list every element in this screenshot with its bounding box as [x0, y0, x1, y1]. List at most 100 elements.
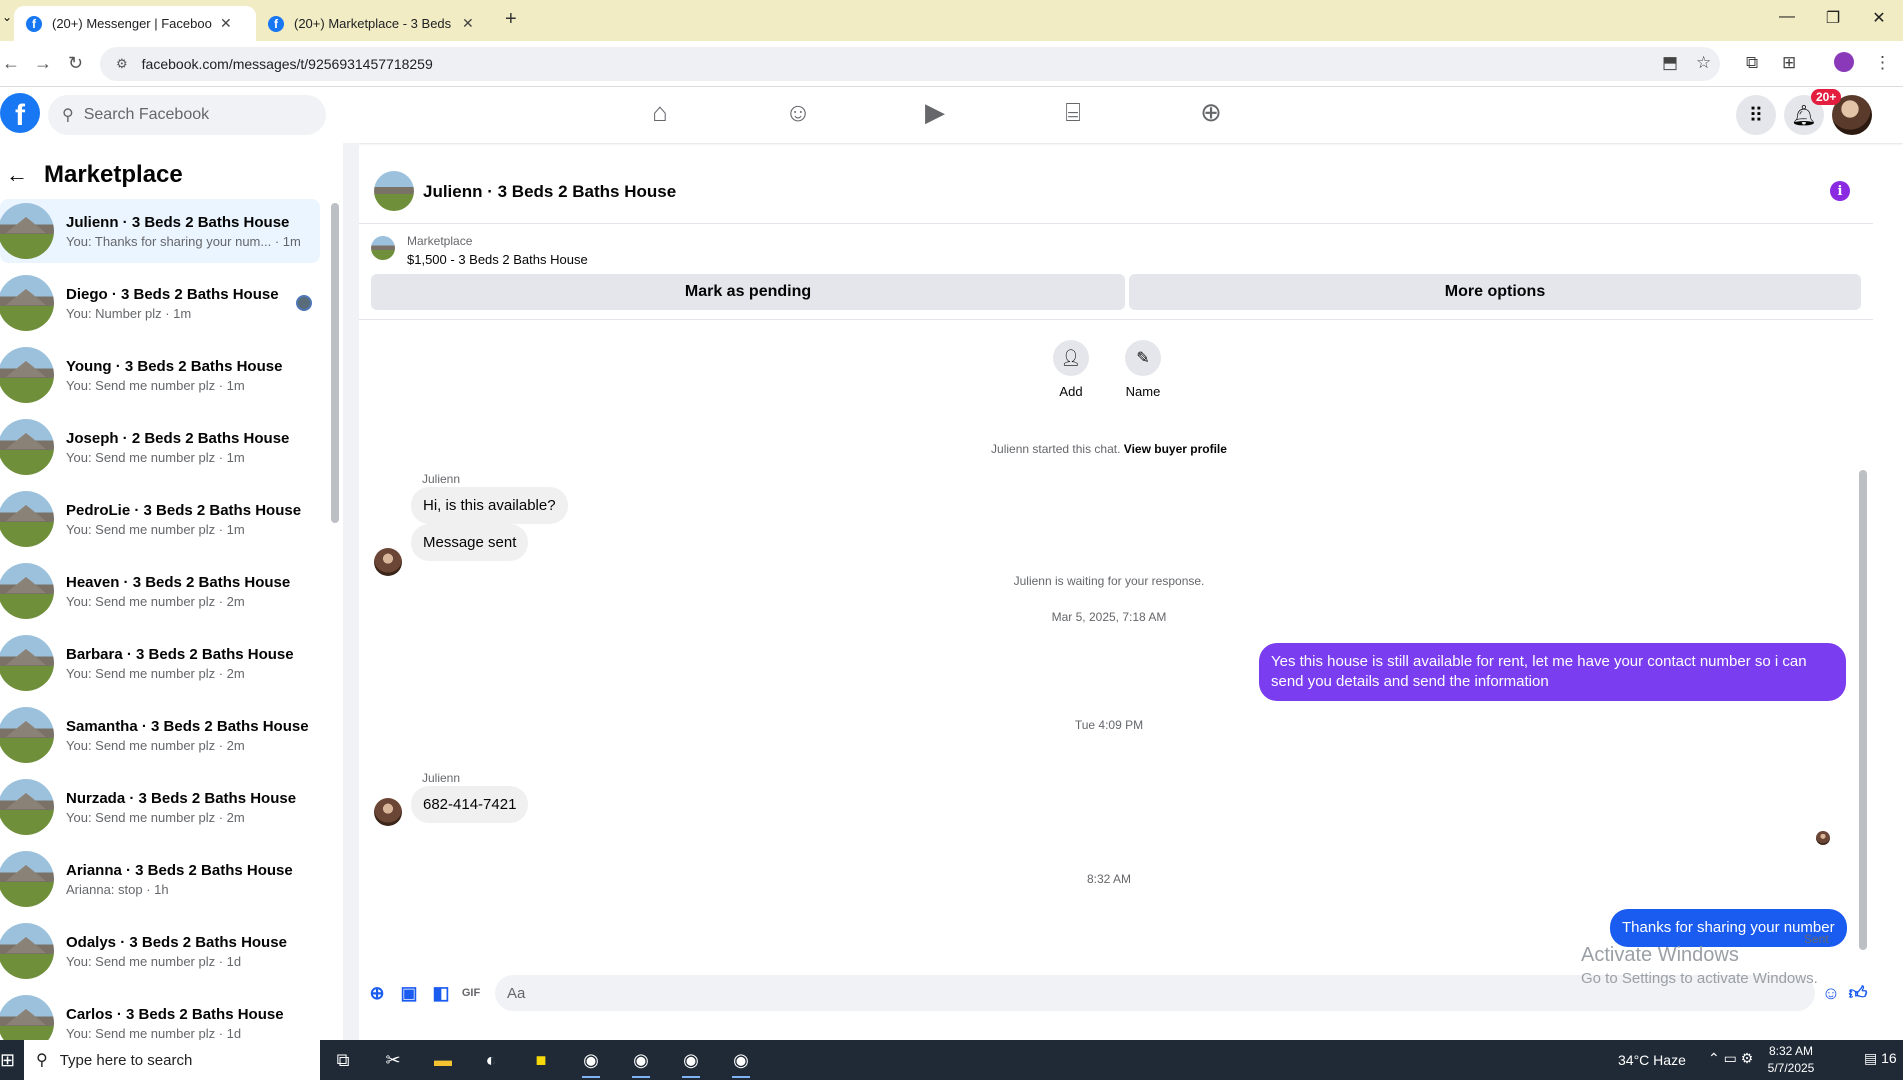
- conversation-item[interactable]: Arianna · 3 Beds 2 Baths House Arianna: s…: [0, 847, 320, 911]
- back-arrow-icon[interactable]: ←: [2, 53, 20, 74]
- sidebar-scrollbar[interactable]: [331, 203, 339, 523]
- outgoing-message[interactable]: Yes this house is still available for re…: [1259, 643, 1846, 701]
- sidebar-divider: [343, 143, 359, 1040]
- emoji-icon[interactable]: ☺: [1821, 983, 1841, 1003]
- minimize-button[interactable]: —: [1772, 8, 1802, 26]
- tab-marketplace[interactable]: f (20+) Marketplace - 3 Beds 2 B ✕: [256, 6, 496, 41]
- tab-close-icon[interactable]: ✕: [462, 15, 474, 32]
- notification-center-icon[interactable]: ▤ 16: [1864, 1050, 1897, 1067]
- new-tab-button[interactable]: +: [505, 8, 517, 31]
- conversation-item[interactable]: Carlos · 3 Beds 2 Baths House You: Send m…: [0, 991, 320, 1040]
- video-icon[interactable]: ▶: [915, 97, 955, 133]
- conversation-name: Carlos · 3 Beds 2 Baths House: [66, 1005, 284, 1023]
- chrome-icon[interactable]: ◉: [576, 1046, 606, 1078]
- pencil-icon: ✎: [1125, 340, 1161, 376]
- incoming-message[interactable]: Hi, is this available?: [411, 487, 568, 524]
- view-buyer-profile-link[interactable]: View buyer profile: [1124, 442, 1227, 456]
- listing-thumbnail: [0, 203, 54, 259]
- add-action[interactable]: 👤︎ Add: [1041, 340, 1101, 399]
- more-options-button[interactable]: More options: [1129, 274, 1861, 310]
- bookmark-star-icon[interactable]: ☆: [1696, 53, 1711, 73]
- listing-price-title[interactable]: $1,500 - 3 Beds 2 Baths House: [407, 252, 588, 267]
- gaming-icon[interactable]: ⊕: [1191, 97, 1231, 133]
- facebook-search-input[interactable]: ⚲ Search Facebook: [48, 95, 326, 135]
- taskbar-search-placeholder: Type here to search: [59, 1051, 193, 1069]
- tab-messenger[interactable]: f (20+) Messenger | Facebook ✕: [14, 6, 256, 41]
- close-window-button[interactable]: ✕: [1864, 8, 1894, 28]
- sender-avatar[interactable]: [374, 798, 402, 826]
- url-field[interactable]: ⚙ facebook.com/messages/t/92569314577182…: [100, 47, 1720, 81]
- sender-avatar[interactable]: [374, 548, 402, 576]
- chrome-icon[interactable]: ◉: [726, 1046, 756, 1078]
- listing-thumbnail: [0, 347, 54, 403]
- thumbs-up-icon[interactable]: 👍︎: [1848, 983, 1868, 1003]
- conversation-item[interactable]: PedroLie · 3 Beds 2 Baths House You: Send…: [0, 487, 320, 551]
- friends-icon[interactable]: ☺: [778, 97, 818, 133]
- reload-icon[interactable]: ↻: [68, 53, 83, 74]
- tab-close-icon[interactable]: ✕: [220, 15, 232, 32]
- incoming-message[interactable]: Message sent: [411, 524, 529, 561]
- browser-menu-icon[interactable]: ⋮: [1874, 53, 1891, 73]
- task-view-icon[interactable]: ⧉: [328, 1046, 358, 1074]
- conversation-item[interactable]: Odalys · 3 Beds 2 Baths House You: Send m…: [0, 919, 320, 983]
- maximize-button[interactable]: ❐: [1818, 8, 1848, 28]
- taskbar-search-input[interactable]: ⚲ Type here to search: [24, 1040, 320, 1080]
- facebook-logo[interactable]: f: [0, 93, 40, 133]
- listing-thumbnail: [0, 563, 54, 619]
- sticky-notes-icon[interactable]: ■: [526, 1046, 556, 1074]
- conversation-item[interactable]: Nurzada · 3 Beds 2 Baths House You: Send …: [0, 775, 320, 839]
- browser-profile-avatar[interactable]: [1834, 52, 1854, 72]
- mark-as-pending-button[interactable]: Mark as pending: [371, 274, 1125, 310]
- browser-tab-bar: ⌄ f (20+) Messenger | Facebook ✕ f (20+)…: [0, 0, 1903, 41]
- conversation-item[interactable]: Samantha · 3 Beds 2 Baths House You: Send…: [0, 703, 320, 767]
- home-icon[interactable]: ⌂: [640, 97, 680, 133]
- extensions-icon[interactable]: ⊞: [1782, 53, 1796, 73]
- site-settings-icon[interactable]: ⚙: [116, 56, 128, 72]
- chrome-icon[interactable]: ◉: [676, 1046, 706, 1078]
- facebook-header: f ⚲ Search Facebook ⌂ ☺ ▶ ⌸ ⊕ ⠿ 🔔︎: [0, 87, 1903, 143]
- listing-thumbnail: [0, 923, 54, 979]
- tab-list-chevron-icon[interactable]: ⌄: [2, 10, 12, 24]
- chat-title[interactable]: Julienn · 3 Beds 2 Baths House: [423, 182, 676, 202]
- gif-icon[interactable]: GIF: [461, 983, 481, 1003]
- weather-widget[interactable]: 34°C Haze: [1618, 1052, 1686, 1068]
- conversation-item[interactable]: Diego · 3 Beds 2 Baths House You: Number …: [0, 271, 320, 335]
- extension-puzzle-icon[interactable]: ⧉: [1746, 53, 1758, 73]
- forward-arrow-icon[interactable]: →: [34, 53, 52, 74]
- clock-time: 8:32 AM: [1768, 1044, 1814, 1058]
- chat-listing-avatar[interactable]: [374, 171, 414, 211]
- install-app-icon[interactable]: ⬒: [1662, 53, 1678, 73]
- chat-scrollbar[interactable]: [1859, 470, 1867, 950]
- image-icon[interactable]: ▣: [399, 983, 419, 1003]
- incoming-message[interactable]: 682-414-7421: [411, 786, 529, 823]
- conversation-name: PedroLie · 3 Beds 2 Baths House: [66, 501, 302, 519]
- conversation-name: Heaven · 3 Beds 2 Baths House: [66, 573, 291, 591]
- plus-icon[interactable]: ⊕: [367, 983, 387, 1003]
- app-icon[interactable]: ◐: [476, 1046, 506, 1074]
- conversation-item[interactable]: Young · 3 Beds 2 Baths House You: Send me…: [0, 343, 320, 407]
- waiting-notice: Julienn is waiting for your response.: [1013, 574, 1205, 588]
- capcut-app-icon[interactable]: ✂: [378, 1046, 408, 1074]
- taskbar-clock[interactable]: 8:32 AM 5/7/2025: [1756, 1043, 1826, 1077]
- conversation-name: Samantha · 3 Beds 2 Baths House: [66, 717, 309, 735]
- conversation-item[interactable]: Julienn · 3 Beds 2 Baths House You: Thank…: [0, 199, 320, 263]
- conversation-item[interactable]: Joseph · 2 Beds 2 Baths House You: Send m…: [0, 415, 320, 479]
- marketplace-icon[interactable]: ⌸: [1053, 97, 1093, 133]
- search-icon: ⚲: [36, 1052, 48, 1069]
- file-explorer-icon[interactable]: ▬: [428, 1046, 458, 1074]
- menu-grid-icon[interactable]: ⠿: [1736, 95, 1776, 135]
- system-tray-icons[interactable]: ⌃ ▭ ⚙: [1708, 1050, 1753, 1067]
- listing-thumbnail[interactable]: [371, 236, 395, 260]
- conversation-preview: You: Send me number plz · 1m: [66, 449, 245, 465]
- chrome-icon[interactable]: ◉: [626, 1046, 656, 1078]
- name-action[interactable]: ✎ Name: [1113, 340, 1173, 399]
- conversation-item[interactable]: Barbara · 3 Beds 2 Baths House You: Send …: [0, 631, 320, 695]
- back-arrow-icon[interactable]: ←: [6, 162, 32, 188]
- listing-thumbnail: [0, 779, 54, 835]
- info-icon[interactable]: i: [1830, 181, 1850, 201]
- read-receipt-avatar: [1816, 831, 1830, 845]
- sticker-icon[interactable]: ◧: [431, 983, 451, 1003]
- conversation-preview: You: Send me number plz · 1d: [66, 953, 242, 969]
- conversation-item[interactable]: Heaven · 3 Beds 2 Baths House You: Send m…: [0, 559, 320, 623]
- windows-start-icon[interactable]: ⊞: [0, 1050, 20, 1071]
